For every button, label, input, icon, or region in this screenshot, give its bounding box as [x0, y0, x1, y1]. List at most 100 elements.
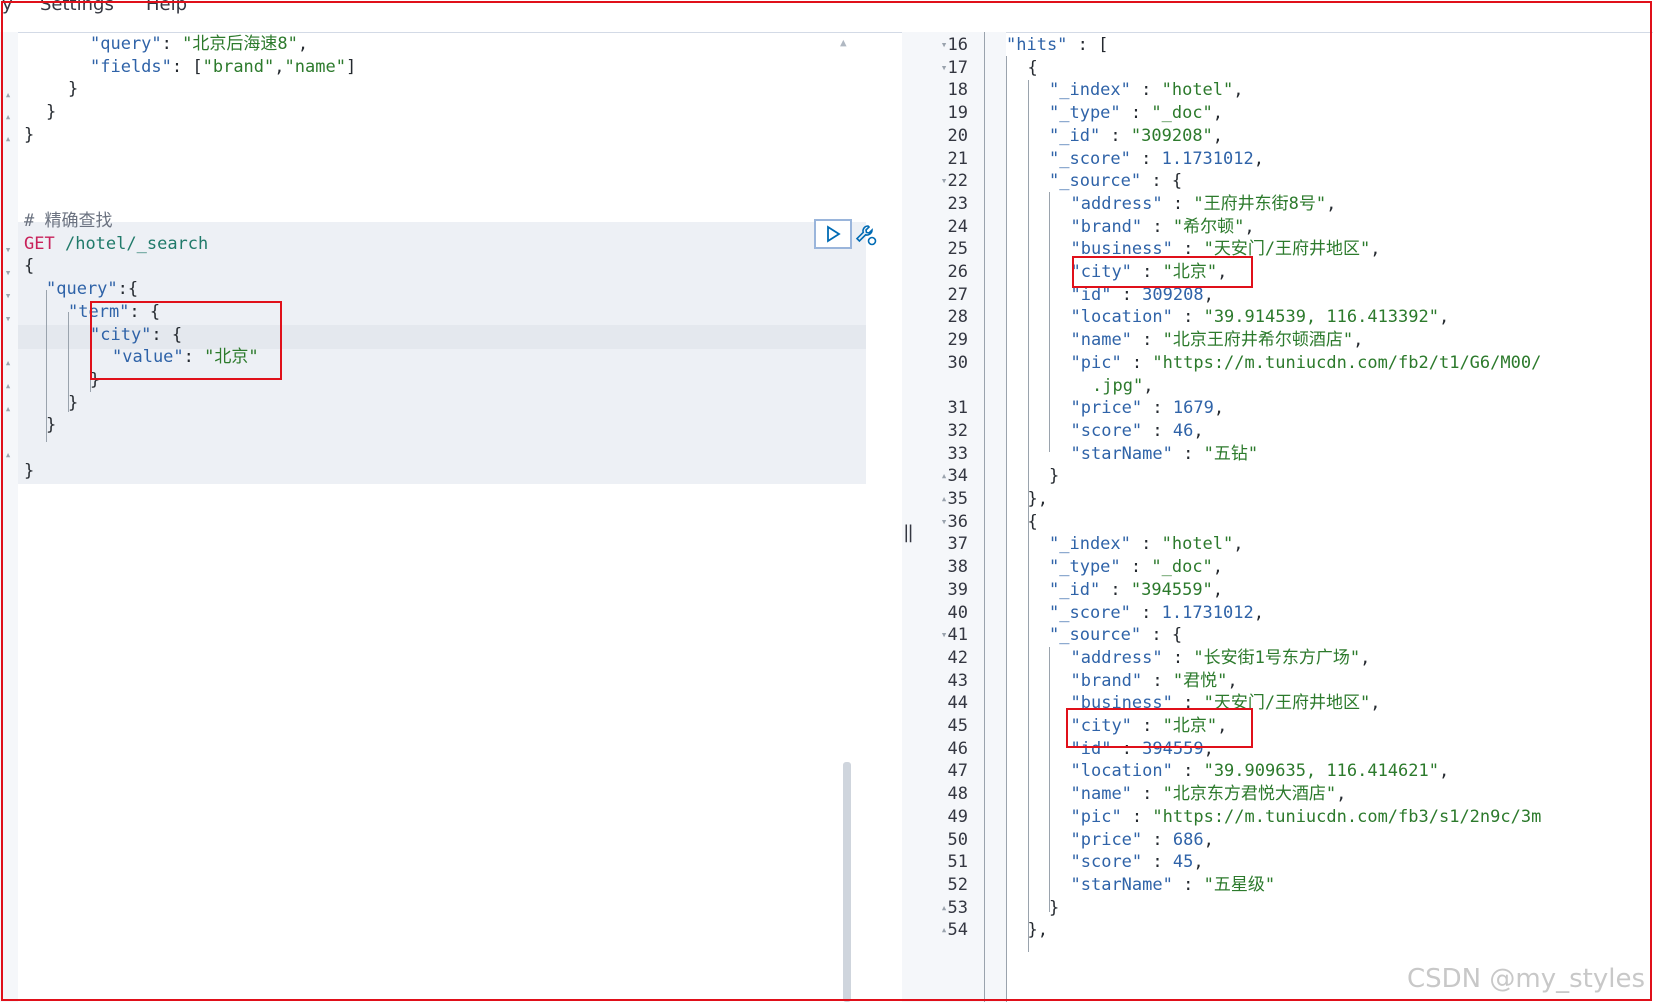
code-token: :: [1131, 784, 1163, 805]
code-token: ,: [1193, 420, 1204, 441]
wrench-icon: [855, 225, 877, 246]
code-token: "query": [46, 279, 118, 300]
code-token: "王府井东街8号": [1193, 193, 1327, 214]
menu-item-history[interactable]: y: [2, 0, 13, 15]
fold-toggle-expanded-icon[interactable]: ▾: [938, 61, 950, 74]
fold-toggle-expanded-icon[interactable]: ▾: [938, 174, 950, 187]
fold-toggle-end-icon[interactable]: ▴: [2, 132, 14, 145]
code-token: :: [1121, 352, 1153, 373]
indent-guide: [1049, 647, 1050, 912]
fold-toggle-end-icon[interactable]: ▴: [2, 356, 14, 369]
code-token: :: [1142, 420, 1173, 441]
fold-toggle-expanded-icon[interactable]: ▾: [2, 266, 14, 279]
code-token: :: [1172, 761, 1204, 782]
run-request-button[interactable]: [814, 219, 852, 249]
code-token: ,: [1203, 829, 1214, 850]
code-token: "price": [1070, 829, 1143, 850]
code-line: }: [24, 459, 34, 483]
code-token: "君悦": [1172, 670, 1228, 691]
fold-toggle-expanded-icon[interactable]: ▾: [2, 312, 14, 325]
line-number: 52: [947, 874, 968, 895]
code-line: "name" : "北京王府井希尔顿酒店",: [1071, 328, 1364, 352]
code-token: "五钻": [1203, 443, 1259, 464]
fold-toggle-end-icon[interactable]: ▴: [2, 448, 14, 461]
code-line: {: [1028, 510, 1038, 534]
code-token: "_index": [1049, 80, 1131, 101]
code-token: :: [161, 34, 183, 54]
http-method: GET: [24, 233, 55, 254]
code-token: "_type": [1049, 103, 1121, 124]
request-editor[interactable]: "query": "北京后海速8", "fields": ["brand","na…: [18, 32, 884, 1002]
code-line: "query": "北京后海速8",: [90, 32, 308, 56]
code-token: 686: [1172, 829, 1204, 850]
line-number: 33: [947, 443, 968, 464]
code-line: },: [1028, 487, 1048, 511]
menu-item-help[interactable]: Help: [146, 0, 187, 15]
line-number: 20: [947, 125, 968, 146]
scroll-up-arrow-icon[interactable]: ▲: [840, 36, 847, 49]
menu-item-settings[interactable]: Settings: [40, 0, 114, 15]
code-token: ,: [1336, 784, 1347, 805]
pane-resize-handle[interactable]: ‖: [902, 32, 920, 1002]
fold-toggle-end-icon[interactable]: ▴: [938, 492, 950, 505]
code-token: ,: [1253, 148, 1264, 169]
line-number: 43: [947, 670, 968, 691]
fold-toggle-end-icon[interactable]: ▴: [938, 923, 950, 936]
fold-toggle-end-icon[interactable]: ▴: [2, 110, 14, 123]
line-number: 29: [947, 330, 968, 351]
code-token: "hotel": [1161, 534, 1234, 555]
fold-toggle-expanded-icon[interactable]: ▾: [938, 38, 950, 51]
code-token: ,: [1438, 761, 1450, 782]
request-line[interactable]: GET /hotel/_search: [24, 232, 208, 256]
code-token: : [: [171, 56, 203, 77]
fold-toggle-expanded-icon[interactable]: ▾: [2, 243, 14, 256]
line-number: 18: [947, 80, 968, 101]
line-number: 24: [947, 216, 968, 237]
code-line: "pic" : "https://m.tuniucdn.com/fb2/t1/G…: [1071, 351, 1542, 375]
code-token: "_doc": [1151, 103, 1213, 124]
left-editor-scrollbar[interactable]: [843, 762, 851, 1002]
fold-toggle-end-icon[interactable]: ▴: [2, 402, 14, 415]
fold-toggle-expanded-icon[interactable]: ▾: [938, 628, 950, 641]
code-token: :: [1131, 330, 1163, 351]
fold-toggle-expanded-icon[interactable]: ▾: [2, 289, 14, 302]
code-line: }: [24, 123, 34, 147]
code-token: :: [1121, 806, 1153, 827]
code-token: :: [1120, 103, 1152, 124]
code-token: :: [1142, 216, 1173, 237]
code-token: :: [1142, 670, 1173, 691]
code-token: :: [1162, 647, 1194, 668]
code-line: "_source" : {: [1049, 169, 1182, 193]
code-token: "_type": [1049, 557, 1121, 578]
code-token: "北京后海速8": [182, 34, 298, 54]
code-token: "hotel": [1161, 80, 1234, 101]
line-number: 23: [947, 193, 968, 214]
code-token: }: [24, 124, 35, 145]
play-icon: [827, 225, 841, 243]
code-line: "pic" : "https://m.tuniucdn.com/fb3/s1/2…: [1071, 805, 1542, 829]
code-token: : {: [1141, 625, 1183, 646]
code-token: ,: [1244, 216, 1255, 237]
code-token: {: [24, 256, 35, 277]
code-line: "query":{: [46, 277, 138, 301]
line-number: 40: [947, 602, 968, 623]
resize-grip-icon: ‖: [903, 522, 914, 543]
fold-toggle-end-icon[interactable]: ▴: [938, 901, 950, 914]
line-number: 42: [947, 647, 968, 668]
code-token: :: [1172, 874, 1204, 895]
fold-toggle-end-icon[interactable]: ▴: [2, 379, 14, 392]
indent-guide: [1006, 56, 1007, 1002]
request-path: /hotel/_search: [64, 233, 209, 254]
code-token: "_id": [1049, 125, 1101, 146]
line-number: 47: [947, 761, 968, 782]
fold-toggle-expanded-icon[interactable]: ▾: [938, 515, 950, 528]
code-token: "location": [1070, 307, 1173, 328]
request-settings-button[interactable]: [853, 222, 879, 248]
fold-toggle-end-icon[interactable]: ▴: [938, 469, 950, 482]
code-line: {: [24, 254, 34, 278]
fold-toggle-end-icon[interactable]: ▴: [2, 88, 14, 101]
code-line: }: [68, 77, 78, 101]
code-line: "price" : 686,: [1071, 828, 1214, 852]
code-line: "location" : "39.909635, 116.414621",: [1071, 759, 1450, 783]
code-token: "长安街1号东方广场": [1193, 647, 1361, 668]
